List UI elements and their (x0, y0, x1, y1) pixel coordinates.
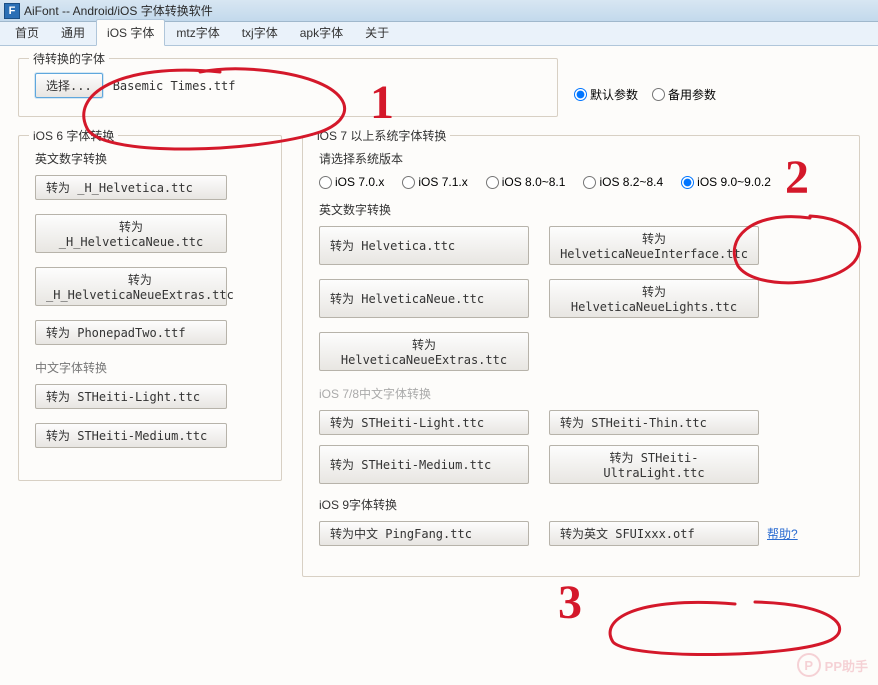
tab-bar: 首页 通用 iOS 字体 mtz字体 txj字体 apk字体 关于 (0, 22, 878, 46)
ios7-btn-helvneuelights[interactable]: 转为 HelveticaNeueLights.ttc (549, 279, 759, 318)
tab-about[interactable]: 关于 (354, 19, 400, 46)
radio-ios80-81[interactable]: iOS 8.0~8.1 (486, 175, 566, 189)
tab-txj[interactable]: txj字体 (231, 19, 289, 46)
tab-ios-font[interactable]: iOS 字体 (96, 19, 165, 46)
help-link[interactable]: 帮助? (767, 525, 798, 542)
ios9-btn-sfui[interactable]: 转为英文 SFUIxxx.otf (549, 521, 759, 546)
ios9-btn-pingfang[interactable]: 转为中文 PingFang.ttc (319, 521, 529, 546)
radio-ios90-902[interactable]: iOS 9.0~9.0.2 (681, 175, 771, 189)
ios78-btn-stheiti-ultralight[interactable]: 转为 STHeiti-UltraLight.ttc (549, 445, 759, 484)
ios7-fieldset: iOS 7 以上系统字体转换 请选择系统版本 iOS 7.0.x iOS 7.1… (302, 135, 860, 577)
radio-ios70x[interactable]: iOS 7.0.x (319, 175, 384, 189)
radio-backup-params[interactable]: 备用参数 (652, 86, 716, 103)
ios6-btn-stheiti-medium[interactable]: 转为 STHeiti-Medium.ttc (35, 423, 227, 448)
radio-ios82-84[interactable]: iOS 8.2~8.4 (583, 175, 663, 189)
watermark-icon: P (797, 653, 821, 677)
ios7-legend: iOS 7 以上系统字体转换 (313, 127, 450, 144)
tab-general[interactable]: 通用 (50, 19, 96, 46)
window-title: AiFont -- Android/iOS 字体转换软件 (24, 2, 213, 19)
ios7-version-label: 请选择系统版本 (319, 150, 843, 167)
watermark: P PP助手 (797, 653, 868, 677)
ios6-btn-helvneue[interactable]: 转为 _H_HelveticaNeue.ttc (35, 214, 227, 253)
ios7-btn-helvneue[interactable]: 转为 HelveticaNeue.ttc (319, 279, 529, 318)
ios6-btn-stheiti-light[interactable]: 转为 STHeiti-Light.ttc (35, 384, 227, 409)
ios7-en-label: 英文数字转换 (319, 201, 843, 218)
ios7-btn-helvneueextras[interactable]: 转为 HelveticaNeueExtras.ttc (319, 332, 529, 371)
tab-apk[interactable]: apk字体 (289, 19, 354, 46)
source-font-fieldset: 待转换的字体 选择... Basemic Times.ttf (18, 58, 558, 117)
tab-home[interactable]: 首页 (4, 19, 50, 46)
ios6-btn-helvetica[interactable]: 转为 _H_Helvetica.ttc (35, 175, 227, 200)
radio-ios71x[interactable]: iOS 7.1.x (402, 175, 467, 189)
ios78-btn-stheiti-thin[interactable]: 转为 STHeiti-Thin.ttc (549, 410, 759, 435)
ios6-legend: iOS 6 字体转换 (29, 127, 118, 144)
ios78-btn-stheiti-light[interactable]: 转为 STHeiti-Light.ttc (319, 410, 529, 435)
source-font-legend: 待转换的字体 (29, 50, 109, 67)
selected-filename: Basemic Times.ttf (113, 79, 236, 93)
ios78-btn-stheiti-medium[interactable]: 转为 STHeiti-Medium.ttc (319, 445, 529, 484)
param-radios: 默认参数 备用参数 (574, 86, 716, 103)
ios7-version-radios: iOS 7.0.x iOS 7.1.x iOS 8.0~8.1 iOS 8.2~… (319, 175, 843, 189)
ios6-fieldset: iOS 6 字体转换 英文数字转换 转为 _H_Helvetica.ttc 转为… (18, 135, 282, 481)
ios7-btn-helvetica[interactable]: 转为 Helvetica.ttc (319, 226, 529, 265)
select-file-button[interactable]: 选择... (35, 73, 103, 98)
ios6-btn-phonepadtwo[interactable]: 转为 PhonepadTwo.ttf (35, 320, 227, 345)
ios6-btn-helvneueextras[interactable]: 转为 _H_HelveticaNeueExtras.ttc (35, 267, 227, 306)
annotation-circle-3 (595, 600, 850, 660)
ios6-cn-label: 中文字体转换 (35, 359, 265, 376)
ios7-btn-helvneueinterface[interactable]: 转为 HelveticaNeueInterface.ttc (549, 226, 759, 265)
watermark-text: PP助手 (825, 656, 868, 675)
ios6-en-label: 英文数字转换 (35, 150, 265, 167)
radio-default-params[interactable]: 默认参数 (574, 86, 638, 103)
app-icon: F (4, 3, 20, 19)
ios9-label: iOS 9字体转换 (319, 496, 843, 513)
tab-mtz[interactable]: mtz字体 (165, 19, 230, 46)
ios78-cn-label: iOS 7/8中文字体转换 (319, 385, 843, 402)
